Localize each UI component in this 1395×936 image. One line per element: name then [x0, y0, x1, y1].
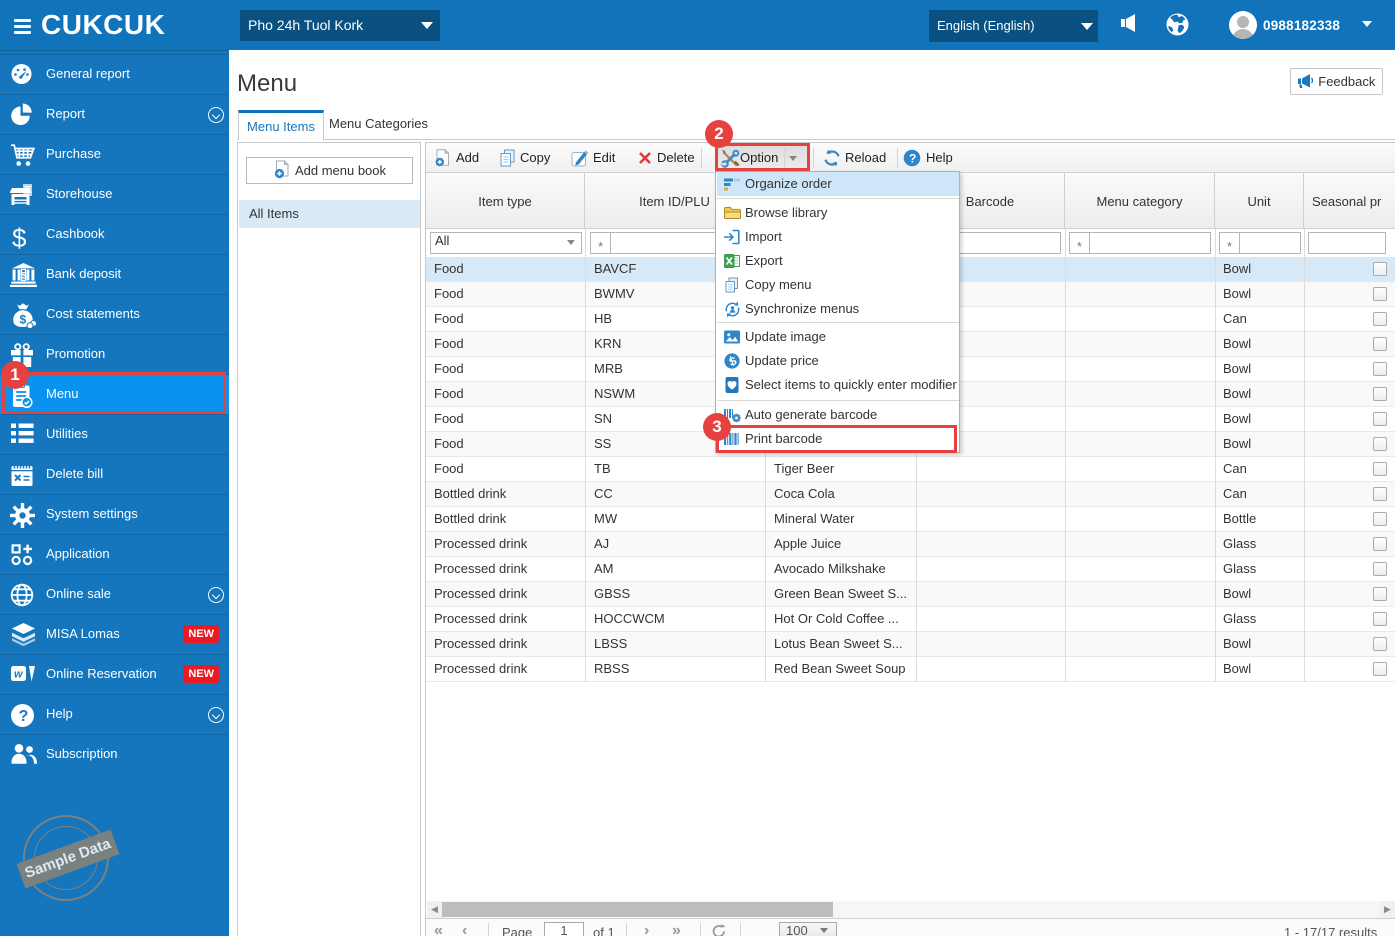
- svg-text:$: $: [21, 270, 27, 281]
- svg-text:$: $: [12, 223, 27, 253]
- svg-text:?: ?: [909, 151, 916, 165]
- svg-text:w: w: [14, 669, 24, 681]
- svg-text:?: ?: [19, 708, 29, 725]
- svg-text:$: $: [20, 312, 27, 326]
